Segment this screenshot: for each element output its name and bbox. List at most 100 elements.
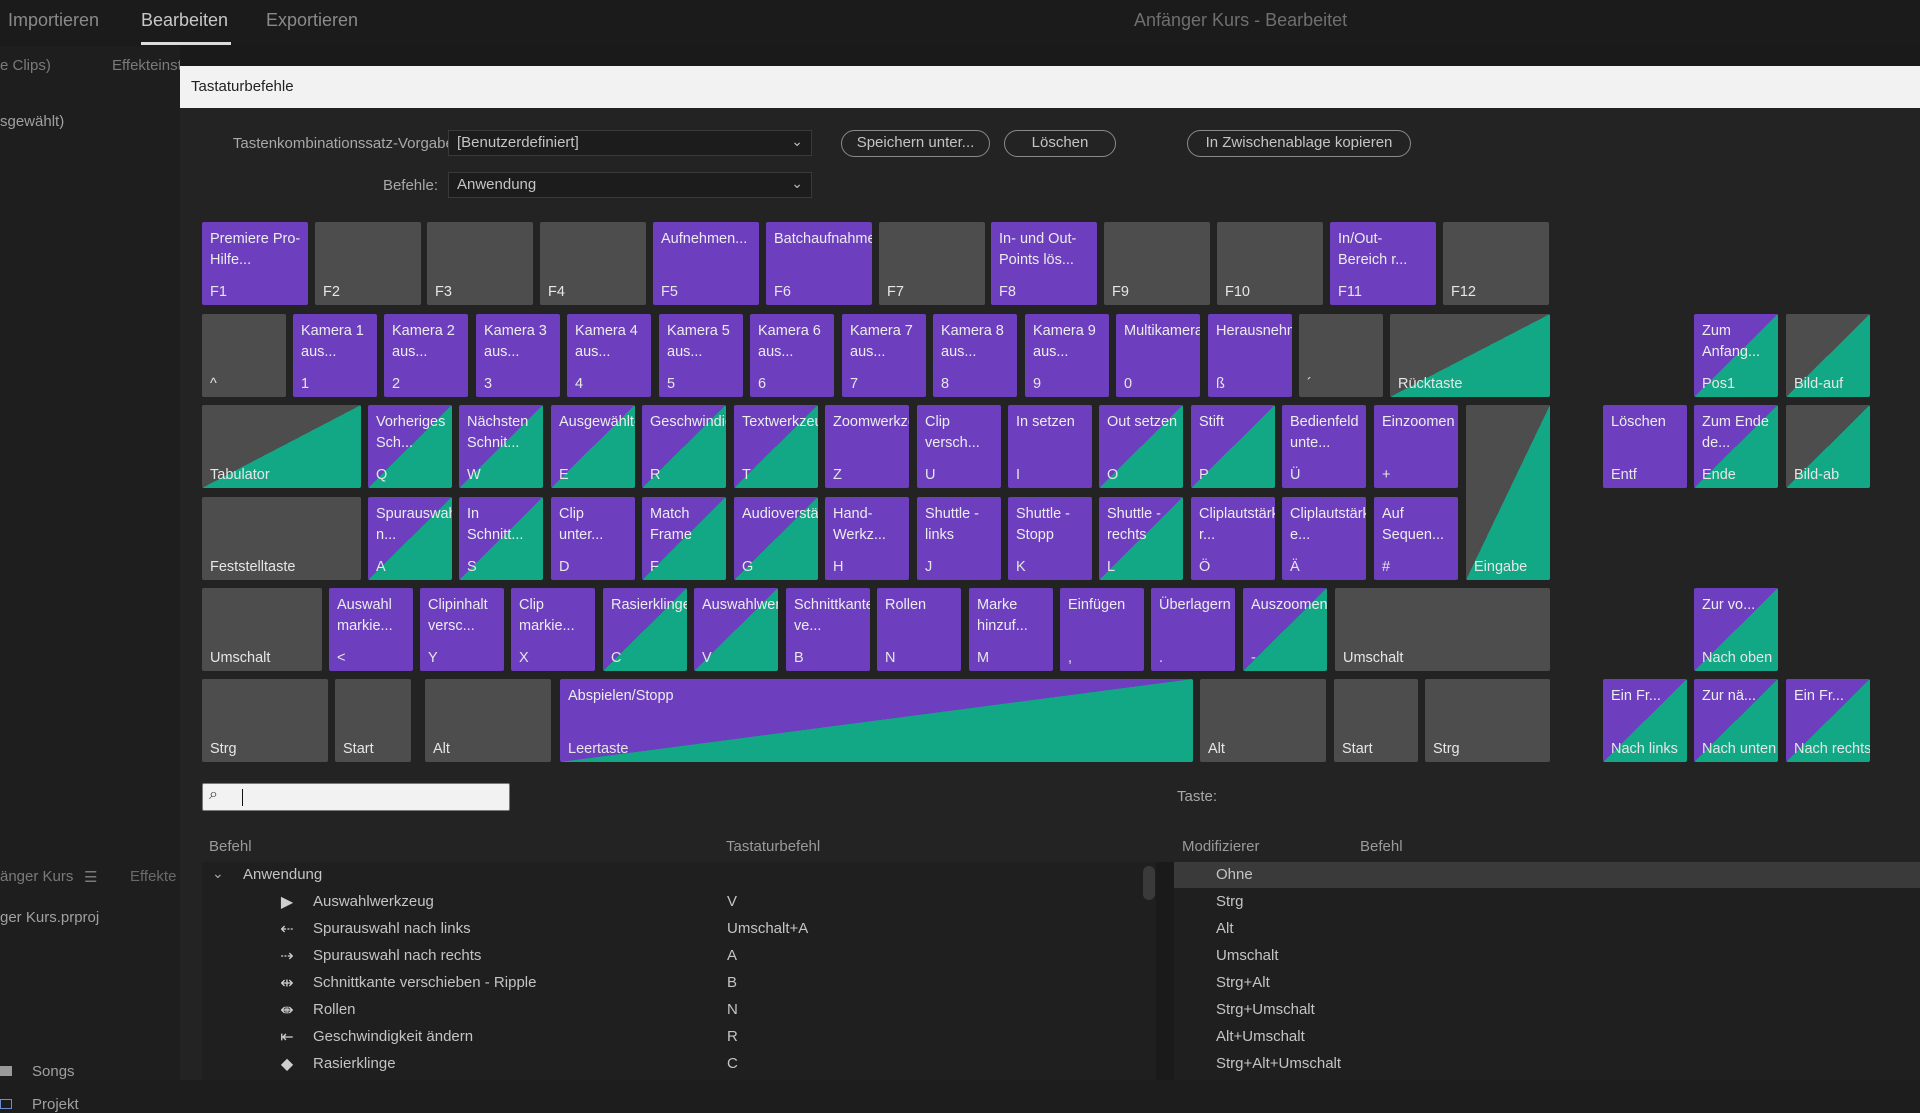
command-shortcut[interactable]: A (727, 947, 737, 964)
key-j[interactable]: Shuttle - links J (917, 497, 1001, 580)
search-field[interactable]: ⌕ (202, 783, 510, 811)
key-0[interactable]: Multikamera-... 0 (1116, 314, 1200, 397)
key-strg[interactable]: Strg (202, 679, 328, 762)
key-q[interactable]: Vorheriges Sch... Q (368, 405, 452, 488)
key-f1[interactable]: Premiere Pro-Hilfe... F1 (202, 222, 308, 305)
key-alt[interactable]: Alt (425, 679, 551, 762)
command-shortcut[interactable]: N (727, 1001, 738, 1018)
key--[interactable]: Auswahl markie... < (329, 588, 413, 671)
key-ä[interactable]: Cliplautstärke e... Ä (1282, 497, 1366, 580)
chevron-down-icon[interactable]: ⌄ (212, 865, 224, 882)
key-f12[interactable]: F12 (1443, 222, 1549, 305)
key-rücktaste[interactable]: Rücktaste (1390, 314, 1550, 397)
key-alt[interactable]: Alt (1200, 679, 1326, 762)
key-c[interactable]: Rasierklinge C (603, 588, 687, 671)
key-9[interactable]: Kamera 9 aus... 9 (1025, 314, 1109, 397)
key-5[interactable]: Kamera 5 aus... 5 (659, 314, 743, 397)
key-i[interactable]: In setzen I (1008, 405, 1092, 488)
key-3[interactable]: Kamera 3 aus... 3 (476, 314, 560, 397)
key-entf[interactable]: Löschen Entf (1603, 405, 1687, 488)
command-shortcut[interactable]: V (727, 893, 737, 910)
key-nach-links[interactable]: Ein Fr... Nach links (1603, 679, 1687, 762)
key-2[interactable]: Kamera 2 aus... 2 (384, 314, 468, 397)
key-l[interactable]: Shuttle - rechts L (1099, 497, 1183, 580)
bin-item[interactable]: Songs (0, 1063, 75, 1080)
tab-import[interactable]: Importieren (8, 10, 99, 31)
key--[interactable]: Einfügen, (1060, 588, 1144, 671)
save-as-button[interactable]: Speichern unter... (841, 130, 990, 157)
key-y[interactable]: Clipinhalt versc... Y (420, 588, 504, 671)
key-f9[interactable]: F9 (1104, 222, 1210, 305)
key-k[interactable]: Shuttle - Stopp K (1008, 497, 1092, 580)
tab-edit[interactable]: Bearbeiten (141, 10, 228, 31)
key-n[interactable]: Rollen N (877, 588, 961, 671)
key-f3[interactable]: F3 (427, 222, 533, 305)
key-ende[interactable]: Zum Ende de... Ende (1694, 405, 1778, 488)
key-f8[interactable]: In- und Out-Points lös... F8 (991, 222, 1097, 305)
key-g[interactable]: Audioverstärku... G (734, 497, 818, 580)
key-f[interactable]: Match Frame F (642, 497, 726, 580)
preset-select[interactable]: [Benutzerdefiniert] ⌄ (448, 130, 812, 156)
modifier-row[interactable]: Alt (1174, 916, 1920, 942)
key-h[interactable]: Hand-Werkz... H (825, 497, 909, 580)
copy-to-clipboard-button[interactable]: In Zwischenablage kopieren (1187, 130, 1411, 157)
key-eingabe[interactable]: Eingabe (1466, 405, 1550, 580)
key-f7[interactable]: F7 (879, 222, 985, 305)
effects-panel-tab[interactable]: Effekte (130, 868, 176, 885)
key-nach-rechts[interactable]: Ein Fr... Nach rechts (1786, 679, 1870, 762)
hamburger-icon[interactable]: ☰ (84, 868, 97, 886)
key-f5[interactable]: Aufnehmen... F5 (653, 222, 759, 305)
key--[interactable]: ´ (1299, 314, 1383, 397)
command-shortcut[interactable]: C (727, 1055, 738, 1072)
key-x[interactable]: Clip markie... X (511, 588, 595, 671)
key-d[interactable]: Clip unter... D (551, 497, 635, 580)
key-a[interactable]: Spurauswahl n... A (368, 497, 452, 580)
key-e[interactable]: Ausgewählten... E (551, 405, 635, 488)
list-scrollbar[interactable] (1143, 866, 1155, 900)
key-4[interactable]: Kamera 4 aus... 4 (567, 314, 651, 397)
key--[interactable]: Überlagern. (1151, 588, 1235, 671)
key-ö[interactable]: Cliplautstärke r... Ö (1191, 497, 1275, 580)
key-tabulator[interactable]: Tabulator (202, 405, 361, 488)
key-feststelltaste[interactable]: Feststelltaste (202, 497, 361, 580)
key-s[interactable]: In Schnitt... S (459, 497, 543, 580)
key-ß[interactable]: Herausnehmen ß (1208, 314, 1292, 397)
command-row[interactable]: ⇹ Schnittkante verschieben - Ripple B (202, 970, 1142, 996)
key-u[interactable]: Clip versch... U (917, 405, 1001, 488)
key-z[interactable]: Zoomwerkzeug Z (825, 405, 909, 488)
column-header-command[interactable]: Befehl (209, 838, 252, 855)
bin-item[interactable]: Projekt (0, 1096, 79, 1113)
command-row[interactable]: ⇤ Geschwindigkeit ändern R (202, 1024, 1142, 1050)
command-row[interactable]: ▶ Auswahlwerkzeug V (202, 889, 1142, 915)
key-nach-unten[interactable]: Zur nä... Nach unten (1694, 679, 1778, 762)
key-p[interactable]: Stift P (1191, 405, 1275, 488)
key-bild-ab[interactable]: Bild-ab (1786, 405, 1870, 488)
key-start[interactable]: Start (1334, 679, 1418, 762)
key-f10[interactable]: F10 (1217, 222, 1323, 305)
key--[interactable]: Auf Sequen... # (1374, 497, 1458, 580)
key--[interactable]: Einzoomen + (1374, 405, 1458, 488)
key-nach-oben[interactable]: Zur vo... Nach oben (1694, 588, 1778, 671)
key-1[interactable]: Kamera 1 aus... 1 (293, 314, 377, 397)
column-header-shortcut[interactable]: Tastaturbefehl (726, 838, 820, 855)
key-f4[interactable]: F4 (540, 222, 646, 305)
key-umschalt[interactable]: Umschalt (202, 588, 322, 671)
modifier-row[interactable]: Strg (1174, 889, 1920, 915)
modifier-row[interactable]: Umschalt (1174, 943, 1920, 969)
modifier-row[interactable]: Alt+Umschalt (1174, 1024, 1920, 1050)
modifier-row[interactable]: Strg+Alt+Umschalt (1174, 1051, 1920, 1077)
modifier-row[interactable]: Ohne (1174, 862, 1920, 888)
key-r[interactable]: Geschwindigkei... R (642, 405, 726, 488)
key-o[interactable]: Out setzen O (1099, 405, 1183, 488)
key-pos1[interactable]: Zum Anfang... Pos1 (1694, 314, 1778, 397)
key-v[interactable]: Auswahlwerkz... V (694, 588, 778, 671)
key--[interactable]: ^ (202, 314, 286, 397)
command-shortcut[interactable]: Umschalt+A (727, 920, 808, 937)
command-row[interactable]: ◆ Rasierklinge C (202, 1051, 1142, 1077)
key-strg[interactable]: Strg (1425, 679, 1550, 762)
command-shortcut[interactable]: B (727, 974, 737, 991)
dialog-titlebar[interactable]: Tastaturbefehle (180, 66, 1920, 108)
key-bild-auf[interactable]: Bild-auf (1786, 314, 1870, 397)
group-row[interactable]: ⌄ Anwendung (202, 862, 1142, 888)
key-b[interactable]: Schnittkante ve... B (786, 588, 870, 671)
